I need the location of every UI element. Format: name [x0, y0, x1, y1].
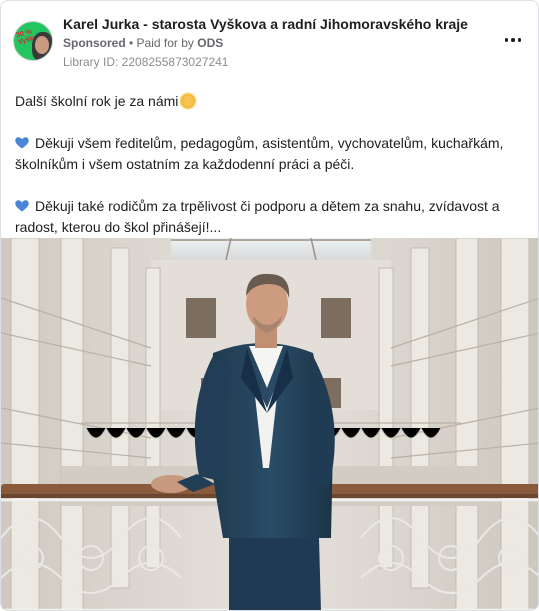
more-horizontal-icon: [504, 38, 509, 42]
library-id: Library ID: 2208255873027241: [63, 55, 229, 69]
paragraph-1: Další školní rok je za námi: [15, 91, 524, 112]
paragraph-2-text: Děkuji všem ředitelům, pedagogům, asiste…: [15, 135, 504, 172]
post-meta: Sponsored • Paid for by ODS: [63, 36, 223, 50]
sun-emoji-icon: [181, 94, 196, 108]
blue-heart-icon: [15, 200, 29, 212]
avatar-face: [35, 36, 49, 54]
post-header: 30 % Vyškov Karel Jurka - starosta Vyško…: [13, 16, 526, 73]
page-title[interactable]: Karel Jurka - starosta Vyškova a radní J…: [63, 16, 468, 32]
sponsored-post-card: 30 % Vyškov Karel Jurka - starosta Vyško…: [0, 0, 539, 611]
paragraph-3: Děkuji také rodičům za trpělivost či pod…: [15, 196, 524, 238]
page-avatar[interactable]: 30 % Vyškov: [13, 21, 53, 61]
paragraph-3-text: Děkuji také rodičům za trpělivost či pod…: [15, 198, 500, 235]
sponsored-label: Sponsored: [63, 36, 126, 50]
more-dot: [517, 38, 522, 42]
post-text: Další školní rok je za námi Děkuji všem …: [15, 91, 524, 238]
more-options-button[interactable]: [502, 33, 524, 47]
atrium-photo-illustration: [1, 238, 538, 610]
more-dot: [511, 38, 515, 42]
blue-heart-icon: [15, 137, 29, 149]
post-photo[interactable]: [1, 238, 538, 610]
meta-separator: •: [125, 36, 137, 50]
paragraph-1-text: Další školní rok je za námi: [15, 93, 179, 109]
paragraph-2: Děkuji všem ředitelům, pedagogům, asiste…: [15, 133, 524, 175]
paid-for-prefix: Paid for by: [136, 36, 198, 50]
paid-for-by-link[interactable]: ODS: [197, 36, 223, 50]
